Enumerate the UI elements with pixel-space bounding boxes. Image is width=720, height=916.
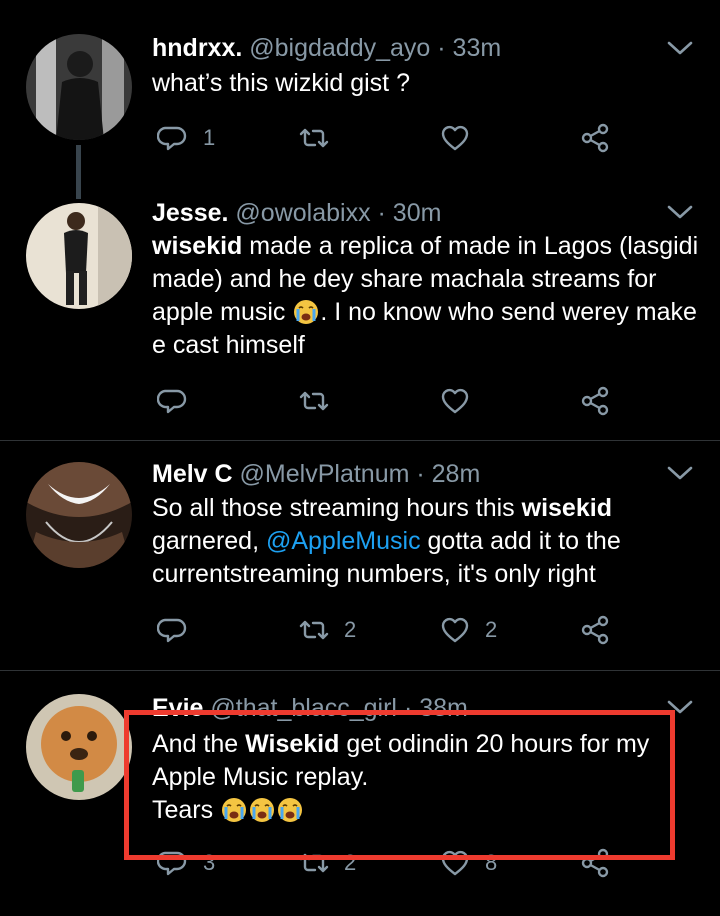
chevron-down-icon[interactable] <box>666 697 694 717</box>
tweet-text-part: Tears <box>152 796 221 824</box>
share-button[interactable] <box>579 843 611 883</box>
reply-icon <box>157 847 189 879</box>
reply-count: 3 <box>203 850 216 875</box>
tweet-feed: hndrxx. @bigdaddy_ayo · 33m what’s this … <box>0 0 720 916</box>
heart-icon <box>439 847 471 879</box>
retweet-count: 2 <box>344 850 357 875</box>
display-name[interactable]: Evie <box>152 694 203 722</box>
avatar[interactable] <box>26 694 132 800</box>
loudly-crying-face-icon <box>221 797 247 823</box>
tweet-actions: 3 2 8 <box>152 843 622 883</box>
user-handle[interactable]: @that_blacc_girl <box>210 694 397 722</box>
loudly-crying-face-icon <box>277 797 303 823</box>
retweet-button[interactable]: 2 <box>298 843 356 883</box>
like-count: 8 <box>485 850 498 875</box>
timestamp[interactable]: · 38m <box>404 694 468 722</box>
tweet-header: Evie @that_blacc_girl · 38m <box>152 693 660 723</box>
bold-keyword[interactable]: Wisekid <box>245 730 339 758</box>
tweet-text: And the Wisekid get odindin 20 hours for… <box>152 728 700 827</box>
retweet-icon <box>298 847 330 879</box>
loudly-crying-face-icon <box>249 797 275 823</box>
tweet[interactable]: Evie @that_blacc_girl · 38m And the Wise… <box>0 0 720 916</box>
share-icon <box>579 847 611 879</box>
reply-button[interactable]: 3 <box>157 843 215 883</box>
like-button[interactable]: 8 <box>439 843 497 883</box>
tweet-text-part: And the <box>152 730 246 758</box>
